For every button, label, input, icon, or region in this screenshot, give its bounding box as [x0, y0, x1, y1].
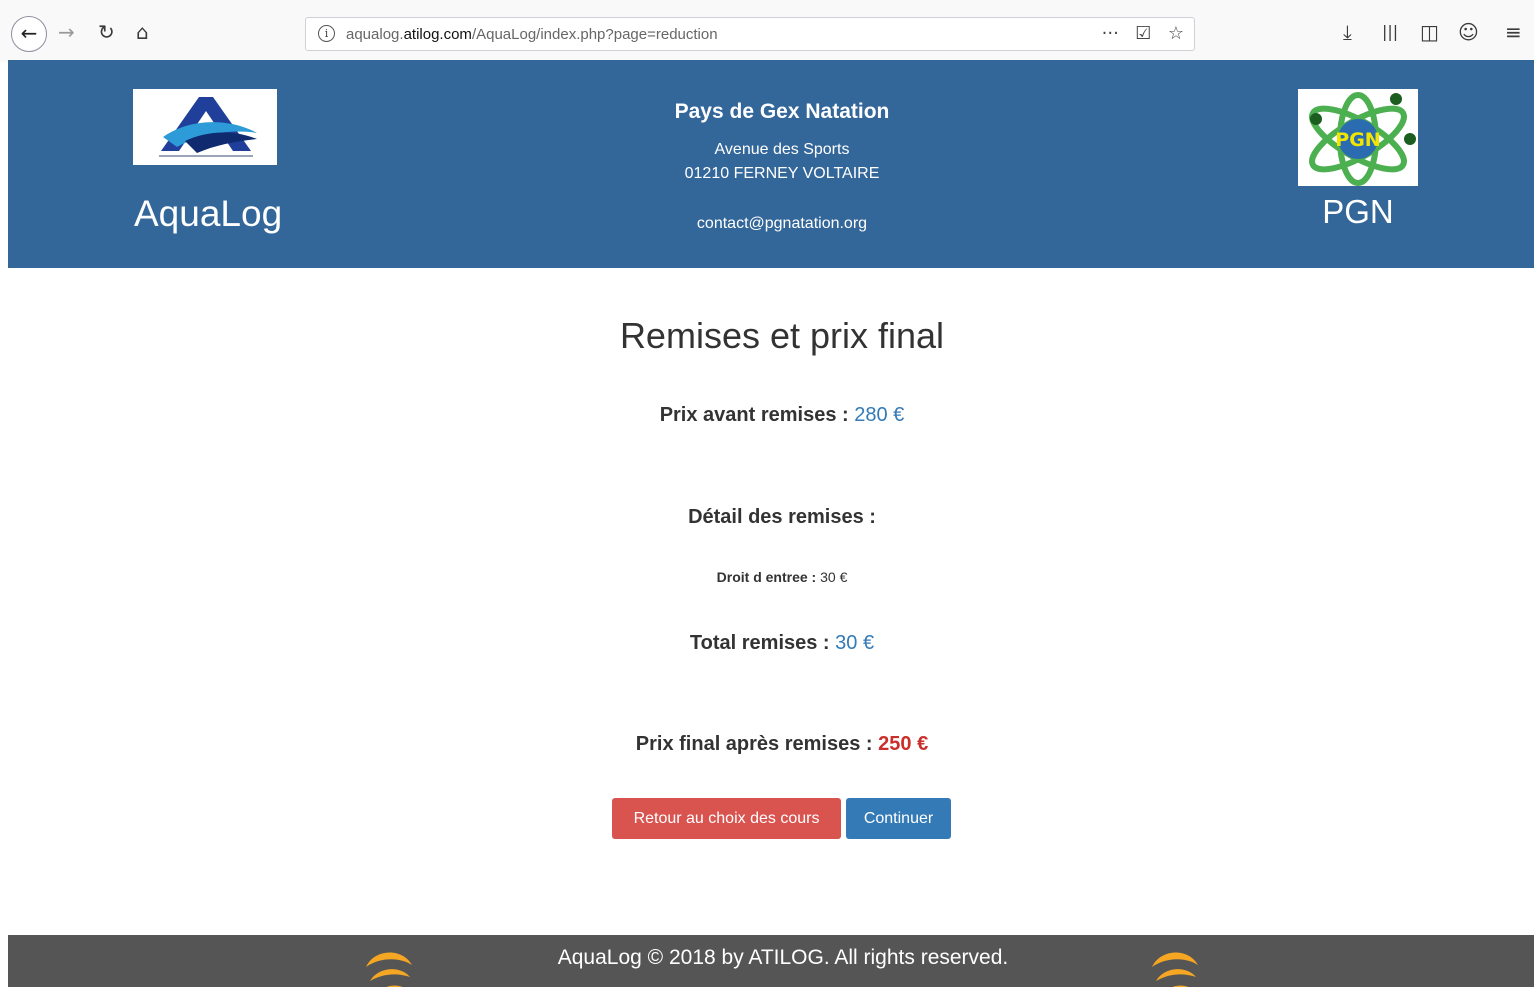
url-text[interactable]: aqualog.atilog.com/AquaLog/index.php?pag…: [346, 26, 718, 43]
brand-right: PGN: [1322, 193, 1394, 230]
atilog-logo-icon: [1152, 952, 1198, 987]
club-city: 01210 FERNEY VOLTAIRE: [684, 165, 880, 182]
brand-left: AquaLog: [134, 193, 283, 234]
address-bar[interactable]: i aqualog.atilog.com/AquaLog/index.php?p…: [305, 17, 1195, 51]
final-price-label: Prix final après remises :: [635, 733, 873, 755]
pgn-logo-icon: PGN: [1309, 92, 1416, 186]
discount-item-row: Droit d entree : 30 €: [0, 569, 1534, 585]
url-path: /AquaLog/index.php?page=reduction: [471, 26, 718, 43]
download-icon[interactable]: ⤓: [1343, 20, 1352, 44]
pocket-icon[interactable]: ☑: [1135, 23, 1151, 44]
pgn-logo-text: PGN: [1335, 129, 1380, 151]
library-icon[interactable]: |||: [1382, 20, 1398, 44]
price-before-row: Prix avant remises : 280 €: [0, 404, 1534, 427]
reload-icon[interactable]: ↻: [98, 20, 115, 44]
account-icon[interactable]: ☺: [1458, 20, 1479, 44]
site-header: AquaLog Pays de Gex Natation Avenue des …: [8, 60, 1534, 268]
price-before-value: 280 €: [854, 404, 905, 426]
back-arrow-icon[interactable]: ←: [11, 16, 47, 52]
total-discount-row: Total remises : 30 €: [0, 632, 1534, 655]
footer-copyright: AquaLog © 2018 by ATILOG. All rights res…: [557, 946, 1009, 969]
bookmark-star-icon[interactable]: ☆: [1168, 23, 1184, 44]
discount-item-value: 30 €: [820, 569, 848, 585]
pgn-logo[interactable]: PGN: [1298, 89, 1418, 186]
club-name: Pays de Gex Natation: [674, 100, 890, 123]
url-domain: atilog.com: [403, 26, 472, 43]
aqualog-logo-icon: [159, 97, 257, 157]
forward-arrow-icon[interactable]: →: [58, 20, 75, 44]
continue-button[interactable]: Continuer: [846, 798, 951, 839]
main-content: Remises et prix final Prix avant remises…: [0, 268, 1534, 935]
site-footer: AquaLog © 2018 by ATILOG. All rights res…: [8, 935, 1534, 987]
price-before-label: Prix avant remises :: [659, 404, 849, 426]
club-info: Pays de Gex Natation Avenue des Sports 0…: [582, 100, 982, 236]
aqualog-logo[interactable]: [133, 89, 277, 165]
browser-toolbar: ← → ↻ ⌂ i aqualog.atilog.com/AquaLog/ind…: [0, 0, 1534, 62]
final-price-value: 250 €: [878, 733, 929, 755]
club-email[interactable]: contact@pgnatation.org: [582, 212, 982, 236]
total-discount-label: Total remises :: [689, 632, 830, 654]
total-discount-value: 30 €: [835, 632, 875, 654]
club-street: Avenue des Sports: [714, 141, 850, 158]
discount-item-label: Droit d entree :: [716, 569, 817, 585]
sidebar-icon[interactable]: ◫: [1420, 20, 1439, 44]
discount-detail-heading: Détail des remises :: [688, 506, 876, 528]
page-actions-icon[interactable]: ···: [1102, 23, 1119, 44]
home-icon[interactable]: ⌂: [136, 20, 149, 44]
back-to-courses-button[interactable]: Retour au choix des cours: [612, 798, 841, 839]
site-info-icon[interactable]: i: [318, 25, 335, 42]
page-title: Remises et prix final: [619, 315, 945, 356]
url-prefix: aqualog.: [346, 26, 404, 43]
final-price-row: Prix final après remises : 250 €: [0, 733, 1534, 756]
menu-icon[interactable]: ≡: [1505, 20, 1522, 44]
